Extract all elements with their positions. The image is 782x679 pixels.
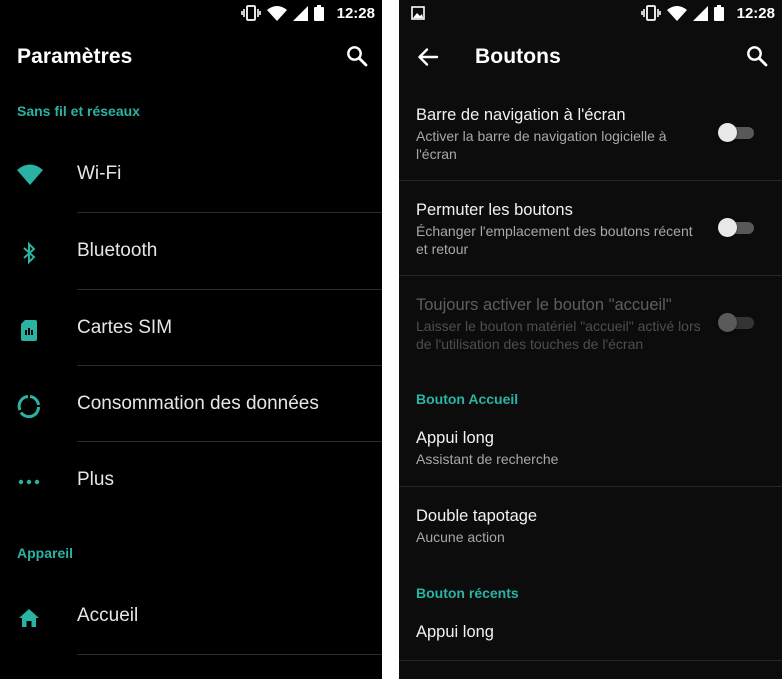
setting-home-double-tap[interactable]: Double tapotage Aucune action bbox=[399, 487, 782, 565]
settings-item-label: Accueil bbox=[77, 605, 139, 626]
setting-title: Toujours activer le bouton "accueil" bbox=[416, 296, 672, 314]
setting-title: Appui long bbox=[416, 623, 494, 641]
setting-subtitle: Laisser le bouton matériel "accueil" act… bbox=[416, 318, 701, 352]
setting-subtitle: Aucune action bbox=[416, 529, 505, 545]
section-label-wireless: Sans fil et réseaux bbox=[17, 103, 140, 119]
toggle-thumb bbox=[718, 218, 737, 237]
setting-recents-long-press[interactable]: Appui long bbox=[399, 606, 782, 660]
settings-item-wifi[interactable]: Wi-Fi bbox=[0, 136, 382, 212]
always-enable-home-toggle bbox=[718, 313, 754, 332]
setting-home-long-press[interactable]: Appui long Assistant de recherche bbox=[399, 412, 782, 486]
back-arrow-icon[interactable] bbox=[417, 46, 439, 68]
status-bar: 12:28 bbox=[0, 0, 382, 28]
settings-screen: 12:28 Paramètres Sans fil et réseaux Wi-… bbox=[0, 0, 382, 679]
wifi-icon bbox=[17, 164, 43, 188]
wifi-signal-icon bbox=[267, 5, 287, 21]
sim-card-icon bbox=[17, 318, 41, 342]
setting-swap-buttons[interactable]: Permuter les boutons Échanger l'emplacem… bbox=[399, 181, 782, 275]
toggle-thumb bbox=[718, 123, 737, 142]
setting-title: Permuter les boutons bbox=[416, 201, 573, 219]
status-icons bbox=[241, 5, 324, 21]
toggle-thumb bbox=[718, 313, 737, 332]
settings-item-home[interactable]: Accueil bbox=[0, 578, 382, 654]
gallery-notification-icon bbox=[411, 6, 425, 20]
status-time: 12:28 bbox=[736, 5, 775, 22]
search-icon[interactable] bbox=[346, 45, 368, 67]
section-label-recents-button: Bouton récents bbox=[416, 585, 519, 601]
settings-item-sim-cards[interactable]: Cartes SIM bbox=[0, 290, 382, 366]
wifi-signal-icon bbox=[667, 5, 687, 21]
cell-signal-icon bbox=[693, 5, 708, 21]
page-title: Paramètres bbox=[17, 45, 133, 68]
swap-buttons-toggle[interactable] bbox=[718, 218, 754, 237]
buttons-screen: 12:28 Boutons Barre de navigation à l'éc… bbox=[399, 0, 782, 679]
settings-item-label: Cartes SIM bbox=[77, 317, 173, 338]
vibrate-icon bbox=[641, 5, 661, 21]
onscreen-nav-toggle[interactable] bbox=[718, 123, 754, 142]
battery-icon bbox=[714, 5, 724, 21]
bluetooth-icon bbox=[17, 241, 41, 265]
section-label-device: Appareil bbox=[17, 545, 74, 561]
settings-item-label: Bluetooth bbox=[77, 240, 158, 261]
screenshot-pair: 12:28 Paramètres Sans fil et réseaux Wi-… bbox=[0, 0, 782, 679]
search-icon[interactable] bbox=[746, 45, 768, 67]
settings-item-bluetooth[interactable]: Bluetooth bbox=[0, 213, 382, 289]
cell-signal-icon bbox=[293, 5, 308, 21]
setting-subtitle: Activer la barre de navigation logiciell… bbox=[416, 128, 667, 162]
setting-always-enable-home: Toujours activer le bouton "accueil" Lai… bbox=[399, 276, 782, 370]
setting-title: Appui long bbox=[416, 429, 494, 447]
settings-item-label: Consommation des données bbox=[77, 393, 319, 414]
app-bar: Boutons bbox=[399, 28, 782, 86]
setting-title: Double tapotage bbox=[416, 507, 538, 525]
divider bbox=[399, 660, 782, 661]
status-bar: 12:28 bbox=[399, 0, 782, 28]
setting-subtitle: Assistant de recherche bbox=[416, 451, 559, 467]
section-label-home-button: Bouton Accueil bbox=[416, 391, 519, 407]
home-icon bbox=[17, 606, 41, 630]
data-usage-icon bbox=[17, 394, 41, 418]
settings-item-more[interactable]: Plus bbox=[0, 442, 382, 518]
battery-icon bbox=[314, 5, 324, 21]
status-time: 12:28 bbox=[336, 5, 375, 22]
settings-item-label: Plus bbox=[77, 469, 114, 490]
settings-item-label: Wi-Fi bbox=[77, 163, 122, 184]
setting-onscreen-nav-bar[interactable]: Barre de navigation à l'écran Activer la… bbox=[399, 86, 782, 180]
settings-item-data-usage[interactable]: Consommation des données bbox=[0, 366, 382, 442]
vibrate-icon bbox=[241, 5, 261, 21]
page-title: Boutons bbox=[475, 45, 561, 68]
status-icons bbox=[641, 5, 724, 21]
setting-subtitle: Échanger l'emplacement des boutons récen… bbox=[416, 223, 693, 257]
divider bbox=[77, 654, 382, 655]
app-bar: Paramètres bbox=[0, 28, 382, 86]
setting-title: Barre de navigation à l'écran bbox=[416, 106, 626, 124]
more-icon bbox=[17, 470, 41, 494]
